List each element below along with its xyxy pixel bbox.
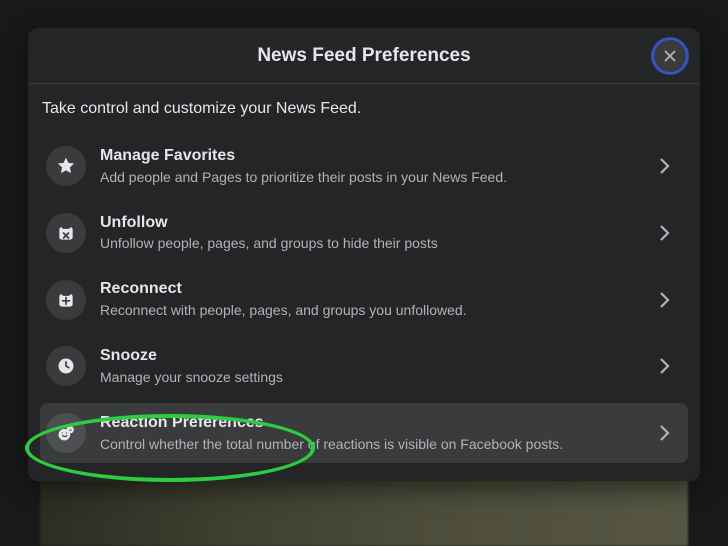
reconnect-icon <box>56 290 76 310</box>
background-photo <box>40 476 688 546</box>
star-icon-circle <box>46 146 86 186</box>
modal-subtitle: Take control and customize your News Fee… <box>28 84 700 136</box>
item-title: Snooze <box>100 346 644 367</box>
chevron-right-icon <box>652 154 676 178</box>
star-icon <box>56 156 76 176</box>
close-button[interactable] <box>652 38 688 74</box>
reaction-icon-circle <box>46 413 86 453</box>
clock-icon <box>56 356 76 376</box>
item-text: UnfollowUnfollow people, pages, and grou… <box>100 213 644 254</box>
preferences-list: Manage FavoritesAdd people and Pages to … <box>28 136 700 463</box>
item-text: Reaction PreferencesControl whether the … <box>100 413 644 454</box>
item-title: Reconnect <box>100 279 644 300</box>
chevron-right-icon <box>652 221 676 245</box>
item-text: Manage FavoritesAdd people and Pages to … <box>100 146 644 187</box>
close-icon <box>661 47 679 65</box>
item-desc: Add people and Pages to prioritize their… <box>100 168 644 187</box>
chevron-right-icon <box>652 421 676 445</box>
news-feed-preferences-modal: News Feed Preferences Take control and c… <box>28 28 700 481</box>
pref-item-unfollow[interactable]: UnfollowUnfollow people, pages, and grou… <box>40 203 688 264</box>
unfollow-icon-circle <box>46 213 86 253</box>
item-text: SnoozeManage your snooze settings <box>100 346 644 387</box>
reconnect-icon-circle <box>46 280 86 320</box>
item-desc: Reconnect with people, pages, and groups… <box>100 301 644 320</box>
reaction-icon <box>56 423 76 443</box>
pref-item-reaction[interactable]: Reaction PreferencesControl whether the … <box>40 403 688 464</box>
item-desc: Unfollow people, pages, and groups to hi… <box>100 234 644 253</box>
pref-item-reconnect[interactable]: ReconnectReconnect with people, pages, a… <box>40 269 688 330</box>
item-title: Unfollow <box>100 213 644 234</box>
chevron-right-icon <box>652 354 676 378</box>
item-text: ReconnectReconnect with people, pages, a… <box>100 279 644 320</box>
modal-header: News Feed Preferences <box>28 28 700 84</box>
clock-icon-circle <box>46 346 86 386</box>
item-title: Reaction Preferences <box>100 413 644 434</box>
unfollow-icon <box>56 223 76 243</box>
item-desc: Control whether the total number of reac… <box>100 435 644 454</box>
pref-item-star[interactable]: Manage FavoritesAdd people and Pages to … <box>40 136 688 197</box>
item-desc: Manage your snooze settings <box>100 368 644 387</box>
modal-title: News Feed Preferences <box>257 45 470 67</box>
item-title: Manage Favorites <box>100 146 644 167</box>
pref-item-clock[interactable]: SnoozeManage your snooze settings <box>40 336 688 397</box>
chevron-right-icon <box>652 288 676 312</box>
